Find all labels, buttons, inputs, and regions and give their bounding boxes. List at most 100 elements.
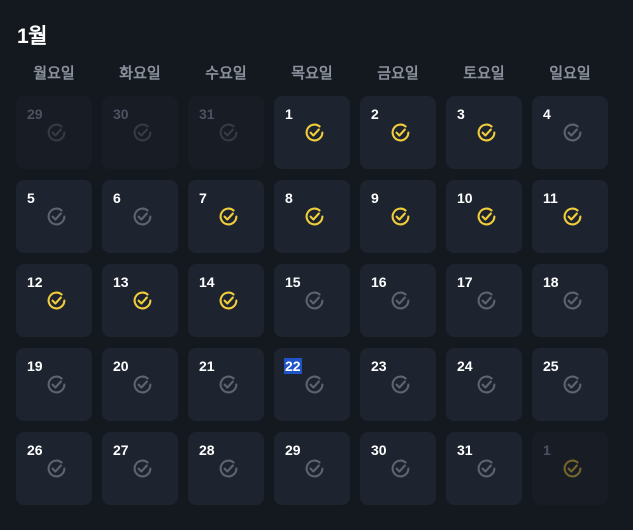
calendar-day-cell[interactable]: 1 bbox=[532, 432, 608, 505]
day-number: 25 bbox=[543, 358, 559, 374]
day-number: 10 bbox=[457, 190, 473, 206]
calendar-day-cell[interactable]: 5 bbox=[16, 180, 92, 253]
calendar-day-cell[interactable]: 27 bbox=[102, 432, 178, 505]
calendar-day-cell[interactable]: 7 bbox=[188, 180, 264, 253]
calendar-day-cell[interactable]: 24 bbox=[446, 348, 522, 421]
day-number: 17 bbox=[457, 274, 473, 290]
calendar-day-cell[interactable]: 14 bbox=[188, 264, 264, 337]
calendar-day-cell[interactable]: 29 bbox=[274, 432, 350, 505]
day-number: 1 bbox=[543, 442, 551, 458]
calendar-day-cell[interactable]: 30 bbox=[102, 96, 178, 169]
checked-circle-icon bbox=[562, 458, 583, 479]
day-number: 19 bbox=[27, 358, 43, 374]
checked-circle-icon bbox=[218, 206, 239, 227]
calendar-day-cell[interactable]: 1 bbox=[274, 96, 350, 169]
calendar-day-cell[interactable]: 10 bbox=[446, 180, 522, 253]
day-number: 8 bbox=[285, 190, 293, 206]
checked-circle-icon bbox=[390, 206, 411, 227]
checked-circle-icon bbox=[390, 122, 411, 143]
unchecked-circle-icon bbox=[218, 458, 239, 479]
today-day-number: 22 bbox=[284, 358, 302, 374]
day-number: 18 bbox=[543, 274, 559, 290]
calendar-day-cell[interactable]: 17 bbox=[446, 264, 522, 337]
unchecked-circle-icon bbox=[132, 206, 153, 227]
day-number: 3 bbox=[457, 106, 465, 122]
day-number: 9 bbox=[371, 190, 379, 206]
day-number: 23 bbox=[371, 358, 387, 374]
day-number: 12 bbox=[27, 274, 43, 290]
checked-circle-icon bbox=[46, 290, 67, 311]
day-number: 7 bbox=[199, 190, 207, 206]
day-number: 2 bbox=[371, 106, 379, 122]
checked-circle-icon bbox=[304, 122, 325, 143]
calendar-day-cell[interactable]: 3 bbox=[446, 96, 522, 169]
calendar-day-cell[interactable]: 9 bbox=[360, 180, 436, 253]
calendar-day-cell[interactable]: 12 bbox=[16, 264, 92, 337]
calendar-day-cell[interactable]: 8 bbox=[274, 180, 350, 253]
unchecked-circle-icon bbox=[562, 290, 583, 311]
unchecked-circle-icon bbox=[304, 458, 325, 479]
checked-circle-icon bbox=[476, 206, 497, 227]
calendar-day-cell[interactable]: 29 bbox=[16, 96, 92, 169]
calendar-day-cell[interactable]: 25 bbox=[532, 348, 608, 421]
calendar-day-cell[interactable]: 6 bbox=[102, 180, 178, 253]
unchecked-circle-icon bbox=[46, 458, 67, 479]
checked-circle-icon bbox=[562, 206, 583, 227]
unchecked-circle-icon bbox=[390, 458, 411, 479]
calendar-day-cell[interactable]: 15 bbox=[274, 264, 350, 337]
calendar-day-cell[interactable]: 31 bbox=[446, 432, 522, 505]
unchecked-circle-icon bbox=[46, 206, 67, 227]
calendar-day-cell[interactable]: 11 bbox=[532, 180, 608, 253]
unchecked-circle-icon bbox=[562, 122, 583, 143]
unchecked-circle-icon bbox=[476, 374, 497, 395]
day-number: 1 bbox=[285, 106, 293, 122]
day-number: 27 bbox=[113, 442, 129, 458]
calendar-day-cell[interactable]: 21 bbox=[188, 348, 264, 421]
day-number: 14 bbox=[199, 274, 215, 290]
calendar-day-cell[interactable]: 26 bbox=[16, 432, 92, 505]
calendar-day-cell[interactable]: 2 bbox=[360, 96, 436, 169]
day-number: 24 bbox=[457, 358, 473, 374]
calendar-day-cell[interactable]: 28 bbox=[188, 432, 264, 505]
calendar-day-cell[interactable]: 4 bbox=[532, 96, 608, 169]
calendar-day-cell[interactable]: 19 bbox=[16, 348, 92, 421]
unchecked-circle-icon bbox=[218, 374, 239, 395]
unchecked-circle-icon bbox=[562, 374, 583, 395]
day-number: 5 bbox=[27, 190, 35, 206]
day-number: 28 bbox=[199, 442, 215, 458]
calendar-day-cell[interactable]: 31 bbox=[188, 96, 264, 169]
unchecked-circle-icon bbox=[46, 374, 67, 395]
day-number: 26 bbox=[27, 442, 43, 458]
checked-circle-icon bbox=[218, 290, 239, 311]
calendar-day-cell[interactable]: 18 bbox=[532, 264, 608, 337]
day-number: 11 bbox=[543, 190, 558, 206]
unchecked-circle-icon bbox=[304, 290, 325, 311]
day-number: 15 bbox=[285, 274, 301, 290]
day-number: 13 bbox=[113, 274, 129, 290]
day-number: 30 bbox=[113, 106, 129, 122]
calendar-grid: 29 30 31 1 2 3 4 5 6 7 8 9 10 11 12 13 14 15 16 17 18 19 20 21 2… bbox=[0, 0, 633, 530]
day-number: 20 bbox=[113, 358, 129, 374]
day-number: 31 bbox=[457, 442, 473, 458]
calendar-day-cell[interactable]: 22 bbox=[274, 348, 350, 421]
calendar-day-cell[interactable]: 13 bbox=[102, 264, 178, 337]
calendar-day-cell[interactable]: 23 bbox=[360, 348, 436, 421]
day-number: 31 bbox=[199, 106, 215, 122]
calendar-day-cell[interactable]: 16 bbox=[360, 264, 436, 337]
day-number: 30 bbox=[371, 442, 387, 458]
unchecked-circle-icon bbox=[218, 122, 239, 143]
day-number: 4 bbox=[543, 106, 551, 122]
unchecked-circle-icon bbox=[132, 374, 153, 395]
day-number: 16 bbox=[371, 274, 387, 290]
day-number: 29 bbox=[285, 442, 301, 458]
unchecked-circle-icon bbox=[46, 122, 67, 143]
day-number: 29 bbox=[27, 106, 43, 122]
unchecked-circle-icon bbox=[304, 374, 325, 395]
calendar-day-cell[interactable]: 20 bbox=[102, 348, 178, 421]
unchecked-circle-icon bbox=[476, 458, 497, 479]
unchecked-circle-icon bbox=[476, 290, 497, 311]
calendar-day-cell[interactable]: 30 bbox=[360, 432, 436, 505]
unchecked-circle-icon bbox=[132, 458, 153, 479]
day-number: 6 bbox=[113, 190, 121, 206]
checked-circle-icon bbox=[304, 206, 325, 227]
